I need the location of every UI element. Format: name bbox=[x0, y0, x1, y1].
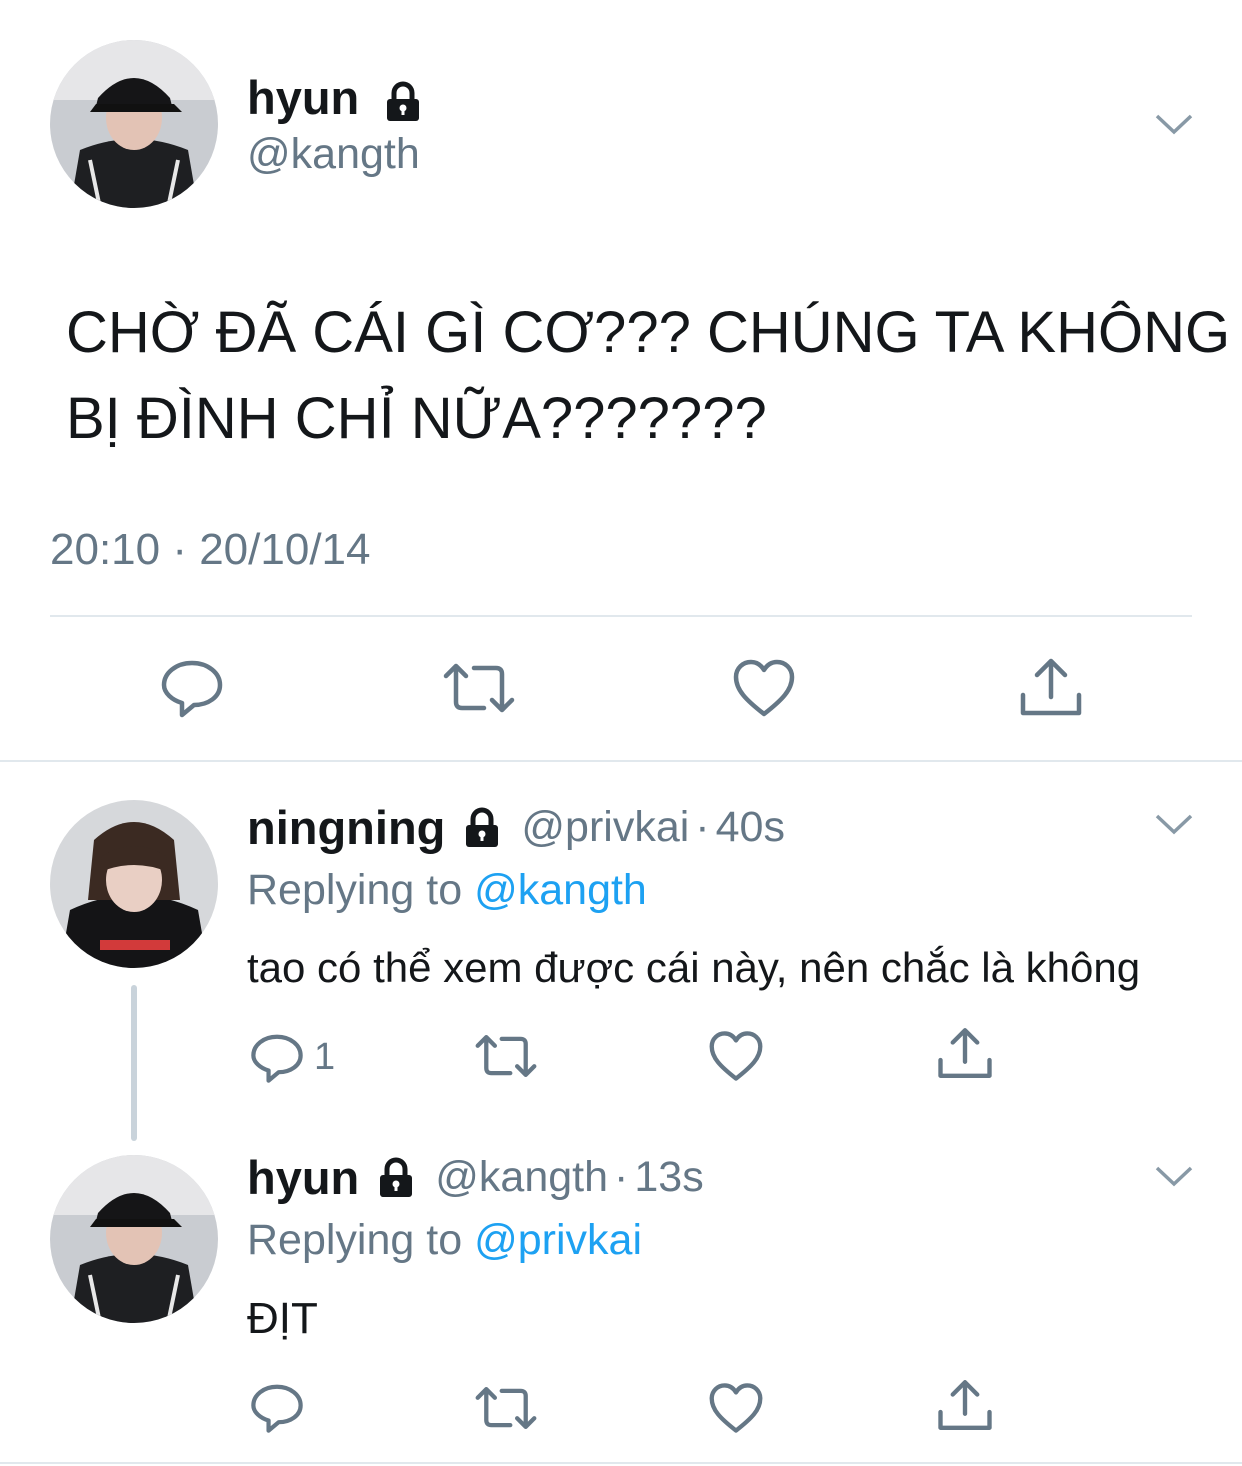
replying-to-link[interactable]: @privkai bbox=[474, 1216, 642, 1264]
author-handle[interactable]: @kangth bbox=[247, 130, 420, 179]
divider bbox=[50, 615, 1192, 617]
author-name[interactable]: hyun bbox=[247, 70, 426, 125]
lock-icon bbox=[380, 1157, 413, 1197]
like-icon bbox=[709, 1383, 763, 1433]
avatar[interactable] bbox=[50, 40, 218, 208]
tweet-text-line-2: BỊ ĐÌNH CHỈ NỮA??????? bbox=[66, 386, 767, 451]
like-icon bbox=[709, 1031, 763, 1081]
reply-time[interactable]: 13s bbox=[634, 1153, 703, 1202]
section-divider bbox=[0, 1462, 1242, 1464]
like-button[interactable] bbox=[708, 1030, 764, 1082]
reply-icon bbox=[251, 1034, 303, 1083]
chevron-down-icon[interactable] bbox=[1154, 1164, 1194, 1188]
reply-text: tao có thể xem được cái này, nên chắc là… bbox=[247, 944, 1141, 991]
tweet-text: CHỜ ĐÃ CÁI GÌ CƠ??? CHÚNG TA KHÔNG BỊ ĐÌ… bbox=[66, 290, 1230, 462]
reply-count: 1 bbox=[314, 1035, 336, 1078]
section-divider bbox=[0, 760, 1242, 762]
author-handle[interactable]: @privkai bbox=[521, 803, 689, 852]
chevron-down-icon[interactable] bbox=[1154, 812, 1194, 836]
thread-line bbox=[131, 985, 137, 1141]
retweet-button[interactable] bbox=[474, 1032, 538, 1080]
reply-time[interactable]: 40s bbox=[716, 803, 785, 852]
retweet-icon bbox=[443, 663, 515, 713]
share-button[interactable] bbox=[1018, 655, 1084, 719]
chevron-down-icon[interactable] bbox=[1154, 112, 1194, 136]
like-icon bbox=[733, 659, 795, 717]
reply-button[interactable] bbox=[250, 1380, 304, 1434]
share-button[interactable] bbox=[936, 1377, 994, 1433]
avatar[interactable] bbox=[50, 1155, 218, 1323]
reply-icon bbox=[161, 660, 223, 718]
reply-header: hyun @kangth · 13s bbox=[247, 1150, 704, 1205]
reply-button[interactable]: 1 bbox=[250, 1030, 335, 1084]
retweet-icon bbox=[475, 1387, 537, 1429]
reply-header: ningning @privkai · 40s bbox=[247, 800, 785, 855]
replying-to: Replying to @privkai bbox=[247, 1216, 642, 1265]
replying-to-label: Replying to bbox=[247, 1216, 463, 1264]
like-button[interactable] bbox=[708, 1382, 764, 1434]
share-icon bbox=[938, 1380, 992, 1430]
tweet-timestamp[interactable]: 20:10 · 20/10/14 bbox=[50, 525, 370, 575]
retweet-icon bbox=[475, 1035, 537, 1077]
author-name[interactable]: ningning bbox=[247, 800, 445, 855]
separator-dot: · bbox=[695, 803, 710, 851]
replying-to-link[interactable]: @kangth bbox=[474, 866, 647, 914]
tweet-text-line-1: CHỜ ĐÃ CÁI GÌ CƠ??? CHÚNG TA KHÔNG bbox=[66, 300, 1231, 365]
replying-to: Replying to @kangth bbox=[247, 866, 647, 915]
retweet-button[interactable] bbox=[442, 660, 516, 716]
replying-to-label: Replying to bbox=[247, 866, 463, 914]
separator-dot: · bbox=[614, 1153, 629, 1201]
share-button[interactable] bbox=[936, 1025, 994, 1081]
share-icon bbox=[1020, 658, 1082, 716]
lock-icon bbox=[387, 81, 420, 121]
like-button[interactable] bbox=[732, 658, 796, 718]
reply-button[interactable] bbox=[160, 655, 224, 719]
reply-icon bbox=[251, 1384, 303, 1433]
author-handle[interactable]: @kangth bbox=[435, 1153, 608, 1202]
reply-text: ĐỊT bbox=[247, 1294, 318, 1343]
author-name-text: hyun bbox=[247, 71, 360, 124]
avatar[interactable] bbox=[50, 800, 218, 968]
lock-icon bbox=[466, 807, 499, 847]
author-name[interactable]: hyun bbox=[247, 1150, 359, 1205]
share-icon bbox=[938, 1028, 992, 1078]
retweet-button[interactable] bbox=[474, 1384, 538, 1432]
